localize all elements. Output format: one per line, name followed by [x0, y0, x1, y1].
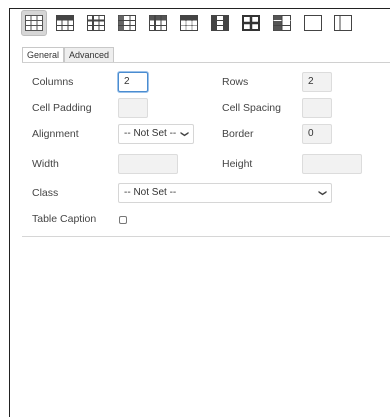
- table-empty-button[interactable]: [300, 10, 326, 36]
- table-header-top-left-button[interactable]: [145, 10, 171, 36]
- cell-spacing-input[interactable]: [302, 98, 332, 118]
- chevron-down-icon: ❯: [318, 189, 328, 197]
- table-dark-cols-icon: [211, 15, 229, 31]
- table-header-left-button[interactable]: [114, 10, 140, 36]
- height-input[interactable]: [302, 154, 362, 174]
- table-header-left-icon: [118, 15, 136, 31]
- table-dotted-header-button[interactable]: [176, 10, 202, 36]
- table-grid-3x3-icon: [25, 15, 43, 31]
- table-style-toolbar: [15, 10, 390, 40]
- general-panel: Columns 2 Rows 2 Cell Padding Cell Spaci…: [22, 62, 390, 237]
- table-bold-cross-button[interactable]: [238, 10, 264, 36]
- columns-input[interactable]: 2: [118, 72, 148, 92]
- tab-advanced[interactable]: Advanced: [64, 47, 115, 63]
- table-cross-lines-button[interactable]: [83, 10, 109, 36]
- table-cross-lines-icon: [87, 15, 105, 31]
- table-caption-checkbox[interactable]: [119, 216, 127, 224]
- table-empty-icon: [304, 15, 322, 31]
- table-grid-3x3-button[interactable]: [21, 10, 47, 36]
- table-caption-label: Table Caption: [32, 213, 97, 225]
- border-input[interactable]: 0: [302, 124, 332, 144]
- class-label: Class: [32, 187, 59, 199]
- width-label: Width: [32, 158, 59, 170]
- alignment-select-value: -- Not Set --: [124, 128, 177, 139]
- table-header-row-icon: [56, 15, 74, 31]
- cell-padding-label: Cell Padding: [32, 102, 92, 114]
- chevron-down-icon: ❯: [180, 130, 190, 138]
- height-label: Height: [222, 158, 253, 170]
- table-bold-cross-icon: [242, 15, 260, 31]
- cell-spacing-label: Cell Spacing: [222, 102, 281, 114]
- alignment-select[interactable]: -- Not Set -- ❯: [118, 124, 194, 144]
- table-dark-cols-button[interactable]: [207, 10, 233, 36]
- table-header-top-left-icon: [149, 15, 167, 31]
- table-split-icon: [334, 15, 352, 31]
- dialog-tabs: General Advanced: [22, 47, 115, 64]
- columns-label: Columns: [32, 76, 74, 88]
- border-label: Border: [222, 128, 254, 140]
- table-header-row-button[interactable]: [52, 10, 78, 36]
- alignment-label: Alignment: [32, 128, 79, 140]
- table-left-col-button[interactable]: [269, 10, 295, 36]
- table-split-button[interactable]: [330, 10, 356, 36]
- table-left-col-icon: [273, 15, 291, 31]
- cell-padding-input[interactable]: [118, 98, 148, 118]
- rows-label: Rows: [222, 76, 249, 88]
- class-select[interactable]: -- Not Set -- ❯: [118, 183, 332, 203]
- width-input[interactable]: [118, 154, 178, 174]
- rows-input[interactable]: 2: [302, 72, 332, 92]
- table-dotted-header-icon: [180, 15, 198, 31]
- class-select-value: -- Not Set --: [124, 187, 177, 198]
